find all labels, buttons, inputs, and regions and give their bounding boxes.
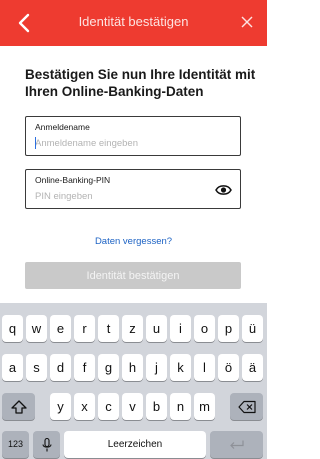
key-w[interactable]: w <box>26 315 47 342</box>
key-ue[interactable]: ü <box>242 315 263 342</box>
key-n[interactable]: n <box>170 393 191 420</box>
numbers-key[interactable]: 123 <box>2 431 29 458</box>
key-i[interactable]: i <box>170 315 191 342</box>
key-c[interactable]: c <box>98 393 119 420</box>
pin-label: Online-Banking-PIN <box>35 175 111 185</box>
key-a[interactable]: a <box>2 354 23 381</box>
shift-icon <box>10 399 27 414</box>
microphone-key[interactable] <box>33 431 60 458</box>
key-k[interactable]: k <box>170 354 191 381</box>
key-m[interactable]: m <box>194 393 215 420</box>
forgot-data-link[interactable]: Daten vergessen? <box>0 236 267 247</box>
close-icon[interactable] <box>239 14 255 30</box>
key-d[interactable]: d <box>50 354 71 381</box>
header-title: Identität bestätigen <box>78 14 189 29</box>
key-u[interactable]: u <box>146 315 167 342</box>
key-v[interactable]: v <box>122 393 143 420</box>
username-label: Anmeldename <box>35 122 90 132</box>
key-f[interactable]: f <box>74 354 95 381</box>
key-r[interactable]: r <box>74 315 95 342</box>
backspace-icon <box>237 400 256 413</box>
key-j[interactable]: j <box>146 354 167 381</box>
key-t[interactable]: t <box>98 315 119 342</box>
eye-icon[interactable] <box>215 183 232 197</box>
header-bar: Identität bestätigen <box>0 0 267 46</box>
confirm-identity-button[interactable]: Identität bestätigen <box>25 262 241 289</box>
key-x[interactable]: x <box>74 393 95 420</box>
username-input[interactable] <box>35 136 205 150</box>
page-heading: Bestätigen Sie nun Ihre Identität mit Ih… <box>25 67 256 99</box>
microphone-icon <box>41 437 52 451</box>
return-icon <box>229 440 244 449</box>
pin-input[interactable] <box>35 189 205 203</box>
key-g[interactable]: g <box>98 354 119 381</box>
return-key[interactable] <box>210 431 263 458</box>
key-e[interactable]: e <box>50 315 71 342</box>
key-ae[interactable]: ä <box>242 354 263 381</box>
key-z[interactable]: z <box>122 315 143 342</box>
key-l[interactable]: l <box>194 354 215 381</box>
backspace-key[interactable] <box>230 393 263 420</box>
shift-key[interactable] <box>2 393 35 420</box>
key-s[interactable]: s <box>26 354 47 381</box>
key-oe[interactable]: ö <box>218 354 239 381</box>
on-screen-keyboard: q w e r t z u i o p ü a s d f g h j k l … <box>0 303 267 459</box>
space-key[interactable]: Leerzeichen <box>64 431 206 458</box>
key-h[interactable]: h <box>122 354 143 381</box>
key-q[interactable]: q <box>2 315 23 342</box>
pin-field[interactable]: Online-Banking-PIN <box>25 169 241 209</box>
key-o[interactable]: o <box>194 315 215 342</box>
key-y[interactable]: y <box>50 393 71 420</box>
username-field[interactable]: Anmeldename <box>25 116 241 156</box>
key-b[interactable]: b <box>146 393 167 420</box>
key-p[interactable]: p <box>218 315 239 342</box>
text-caret <box>35 137 36 149</box>
